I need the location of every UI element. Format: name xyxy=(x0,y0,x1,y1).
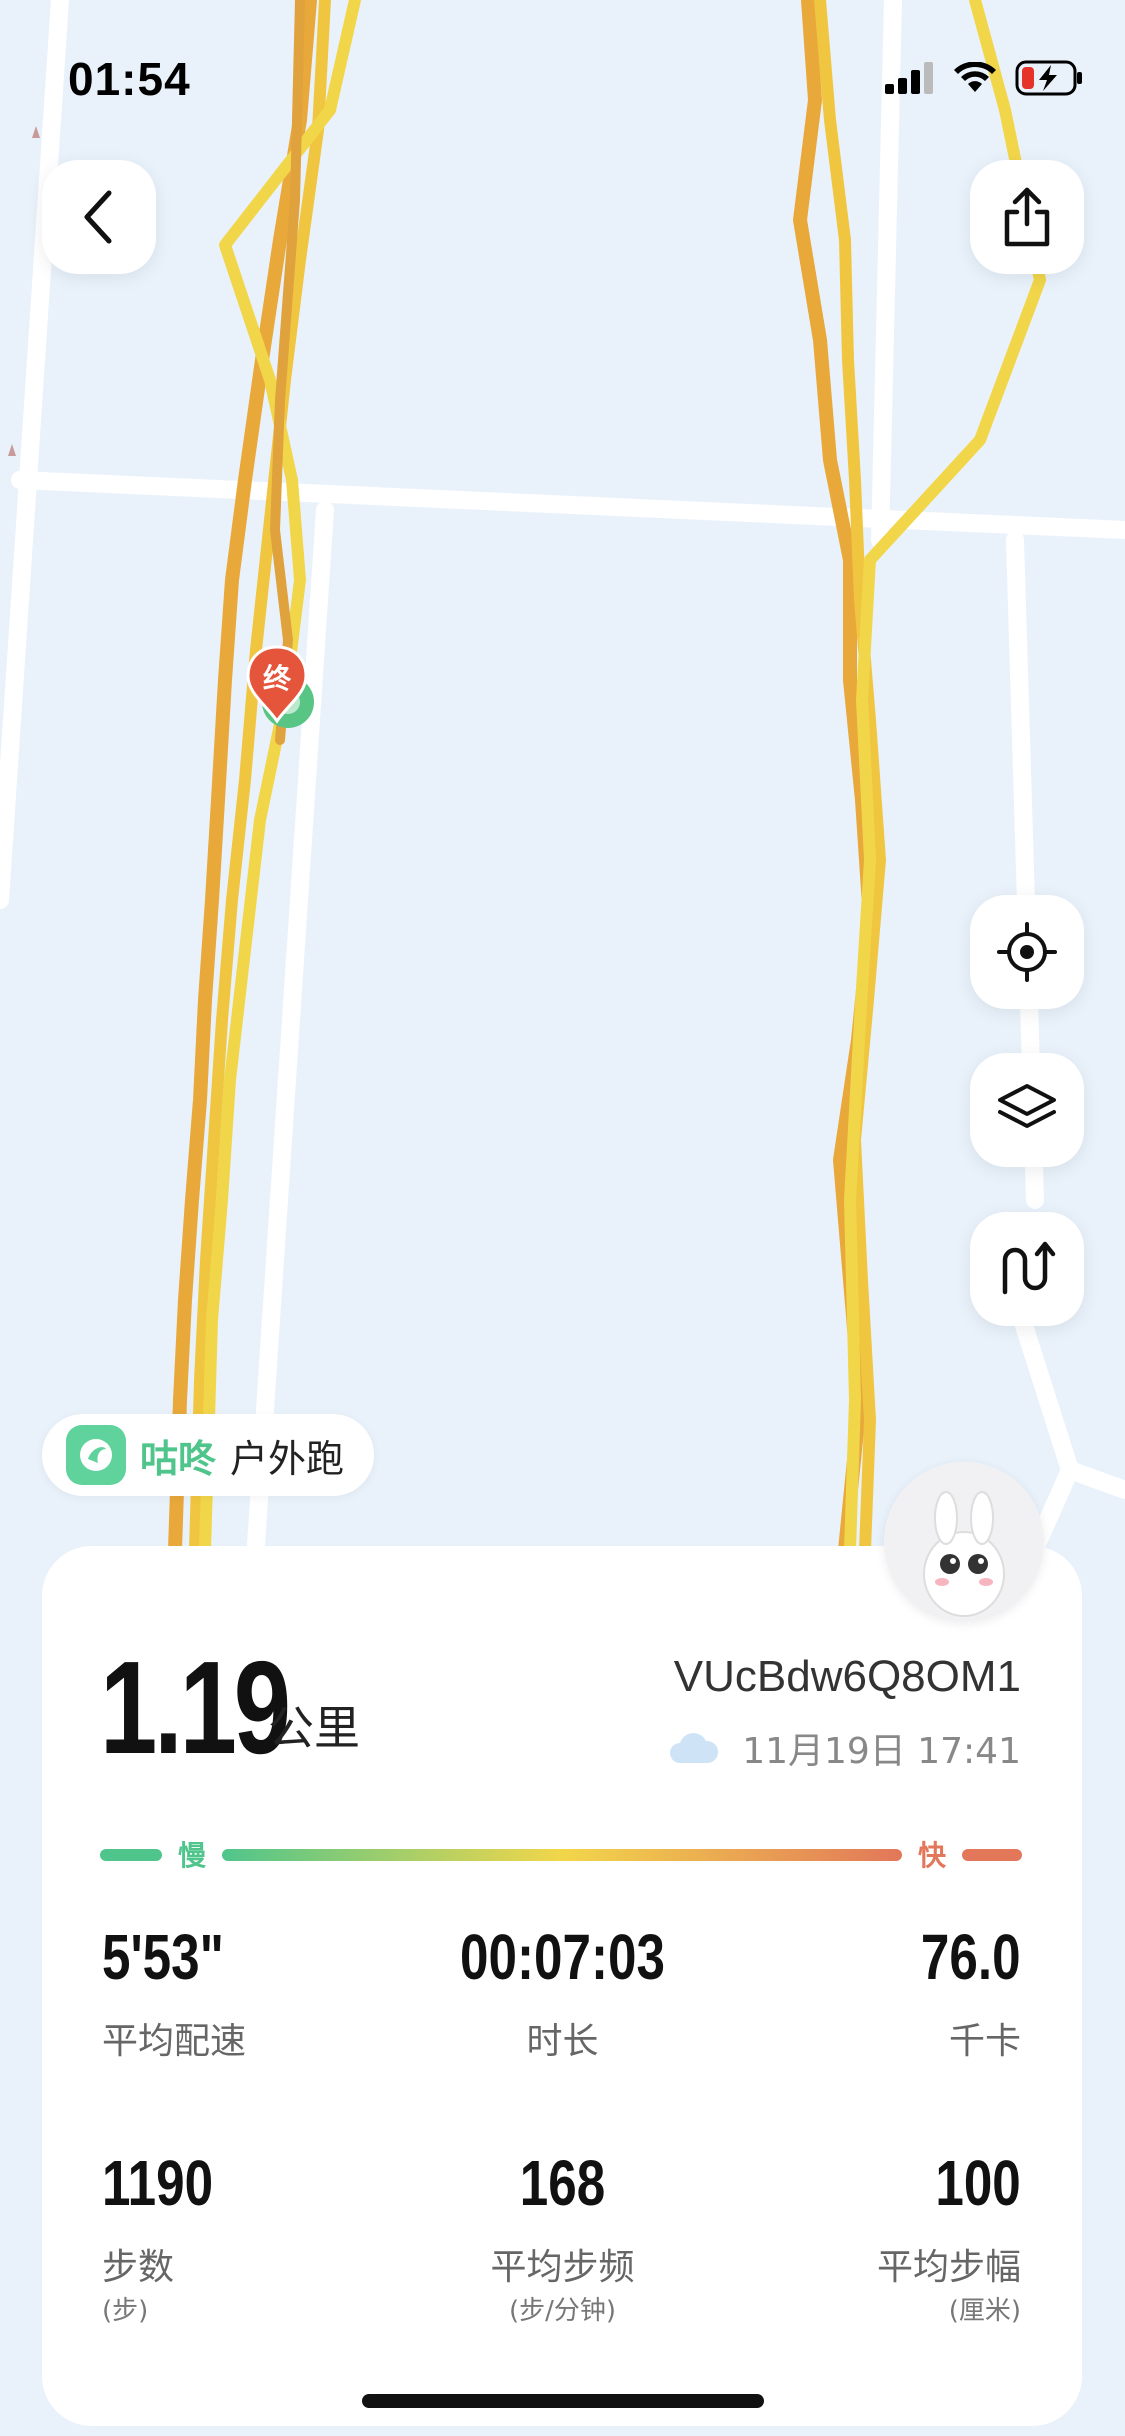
chevron-left-icon xyxy=(84,190,112,244)
crosshair-icon xyxy=(997,922,1057,982)
layers-icon xyxy=(998,1084,1056,1128)
codoon-logo-icon xyxy=(66,1425,126,1485)
stride-unit: (厘米) xyxy=(948,2296,1021,2326)
slow-swatch xyxy=(100,1849,162,1861)
pace-legend-bar xyxy=(100,1849,1022,1861)
run-id: VUcBdw6Q8OM1 xyxy=(673,1652,1021,1701)
map-layers-button[interactable] xyxy=(970,1053,1084,1167)
pace-slow-label: 慢 xyxy=(178,1839,207,1872)
status-icons xyxy=(885,58,1085,98)
end-marker-pin: 终 xyxy=(246,645,308,725)
distance-value: 1.19 xyxy=(100,1634,291,1781)
locate-button[interactable] xyxy=(970,895,1084,1009)
calories-label: 千卡 xyxy=(948,2021,1021,2062)
stride-value: 100 xyxy=(935,2147,1021,2219)
status-time: 01:54 xyxy=(68,53,191,105)
share-icon xyxy=(1004,187,1050,247)
calories-value: 76.0 xyxy=(921,1921,1021,1993)
cloud-icon xyxy=(670,1733,719,1763)
cadence-value: 168 xyxy=(519,2147,606,2219)
pace-gradient xyxy=(222,1849,902,1861)
pace-fast-label: 快 xyxy=(918,1839,947,1872)
end-marker-label: 终 xyxy=(262,662,291,695)
home-indicator[interactable] xyxy=(362,2394,764,2408)
share-button[interactable] xyxy=(970,160,1084,274)
battery-charging-icon xyxy=(1015,60,1082,96)
run-date: 11月19日 17:41 xyxy=(742,1731,1021,1772)
cellular-signal-icon xyxy=(885,62,933,94)
back-button[interactable] xyxy=(42,160,156,274)
route-wave-icon xyxy=(1002,1241,1056,1295)
date-row: 11月19日 17:41 xyxy=(668,1722,1021,1774)
duration-value: 00:07:03 xyxy=(460,1921,665,1993)
app-activity-badge: 咕咚 户外跑 xyxy=(42,1414,375,1496)
route-replay-button[interactable] xyxy=(970,1212,1084,1326)
stride-label: 平均步幅 xyxy=(876,2247,1021,2288)
mascot-avatar[interactable] xyxy=(884,1462,1044,1622)
activity-type: 户外跑 xyxy=(230,1436,345,1481)
status-bar: 01:54 xyxy=(0,0,1125,150)
wifi-icon xyxy=(954,62,996,92)
distance-unit: 公里 xyxy=(268,1701,360,1755)
fast-swatch xyxy=(962,1849,1022,1861)
brand-name: 咕咚 xyxy=(140,1436,217,1481)
